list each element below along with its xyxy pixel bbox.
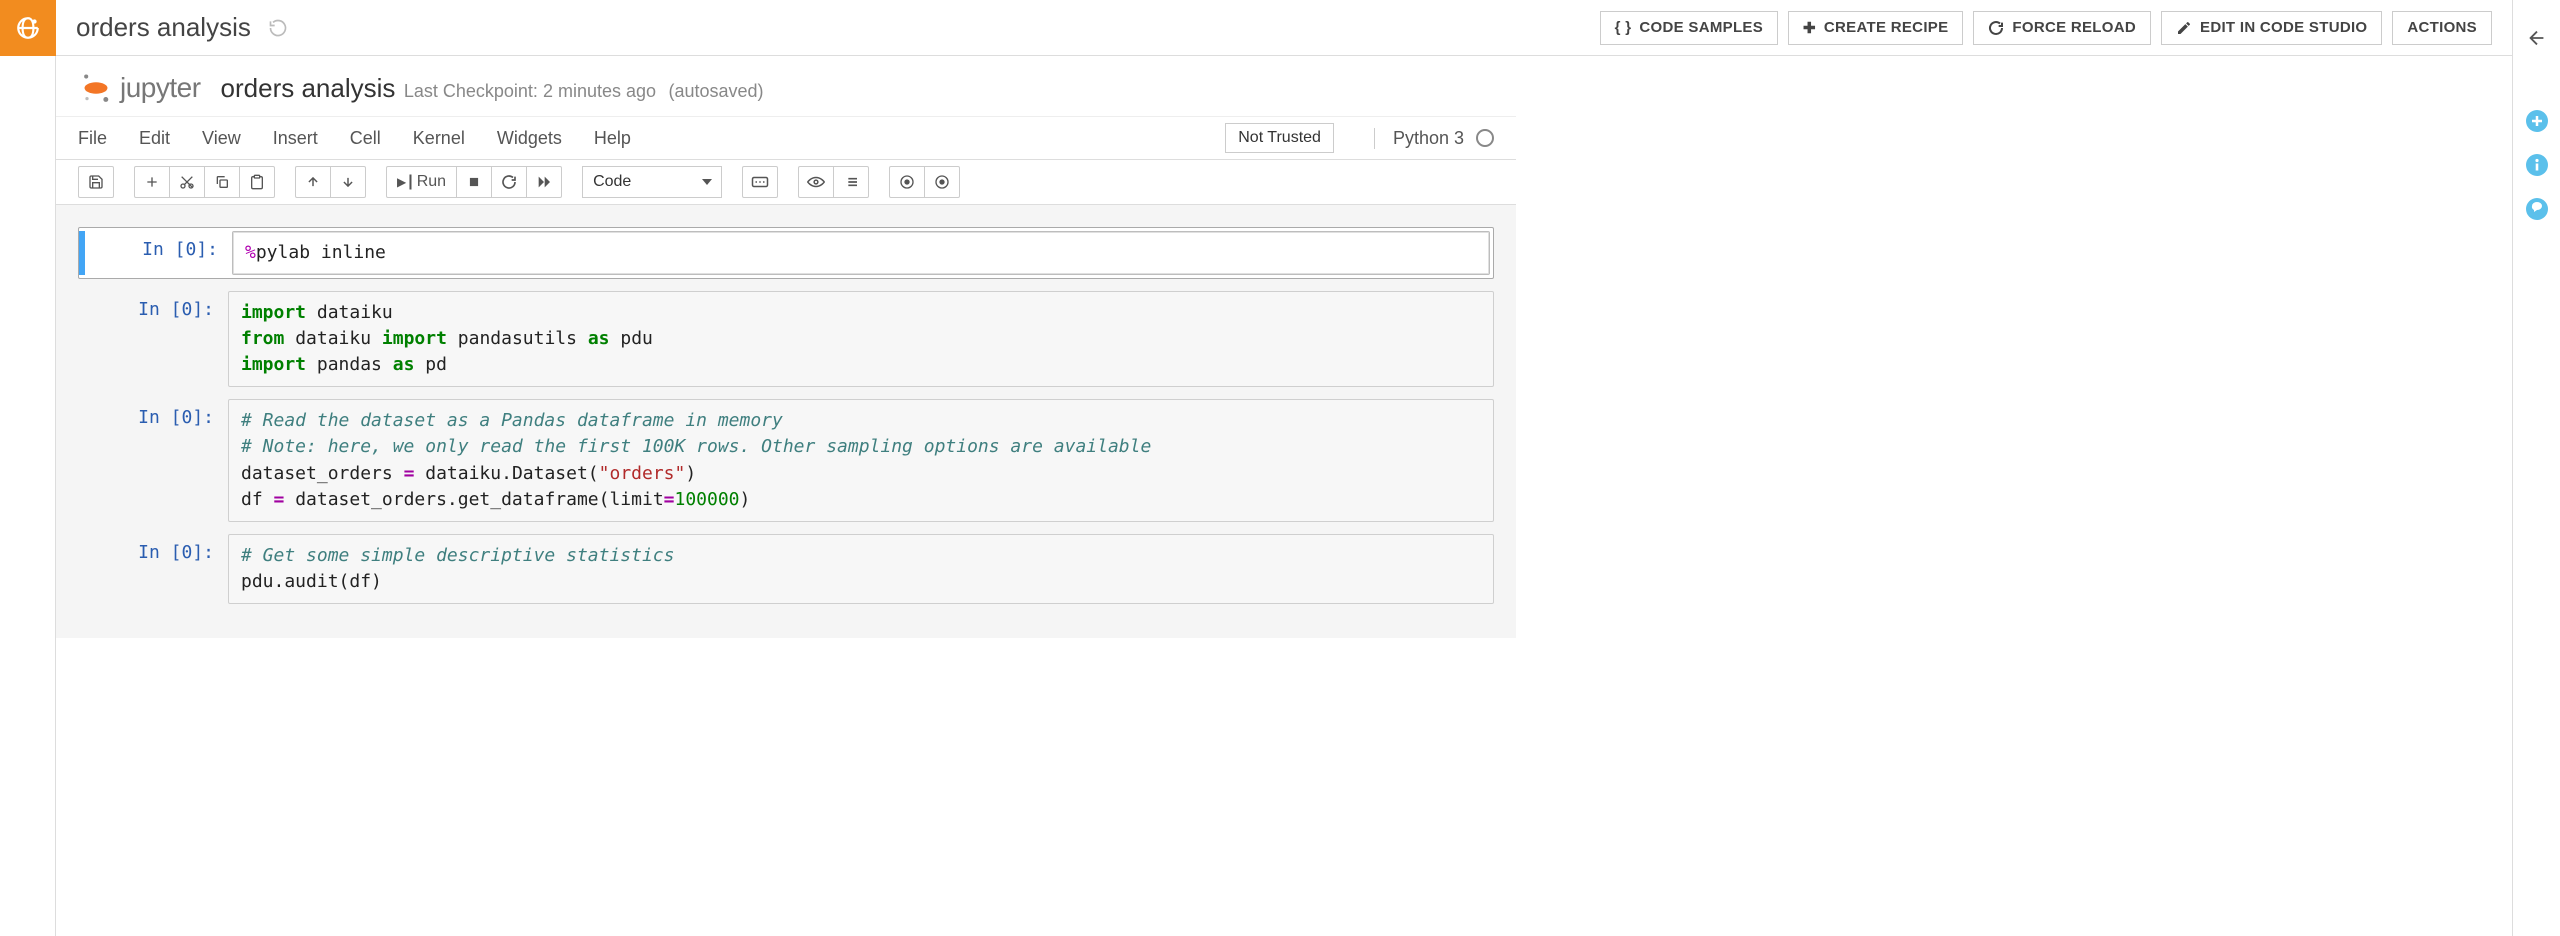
back-arrow-icon[interactable]	[2523, 24, 2551, 52]
move-down-button[interactable]	[330, 166, 366, 198]
restart-run-all-button[interactable]	[526, 166, 562, 198]
jupyter-header: jupyter orders analysis Last Checkpoint:…	[56, 56, 1516, 116]
kernel-indicator[interactable]: Python 3	[1374, 128, 1494, 149]
cut-button[interactable]	[169, 166, 205, 198]
jupyter-menubar: File Edit View Insert Cell Kernel Widget…	[56, 116, 1516, 160]
menu-cell[interactable]: Cell	[350, 124, 381, 153]
right-sidebar	[2512, 0, 2560, 936]
app-header: orders analysis { } CODE SAMPLES ✚ CREAT…	[56, 0, 2512, 56]
trust-button[interactable]: Not Trusted	[1225, 123, 1334, 153]
button-label: FORCE RELOAD	[2012, 19, 2136, 36]
run-icon: ▶	[397, 175, 406, 189]
code-cell[interactable]: In [0]: # Read the dataset as a Pandas d…	[78, 399, 1494, 521]
move-up-button[interactable]	[295, 166, 331, 198]
run-label: Run	[417, 173, 446, 191]
plus-circle-icon[interactable]	[2524, 108, 2550, 134]
extra-button-1[interactable]	[889, 166, 925, 198]
jupyter-logo-icon	[78, 70, 114, 106]
menu-help[interactable]: Help	[594, 124, 631, 153]
header-buttons: { } CODE SAMPLES ✚ CREATE RECIPE FORCE R…	[1600, 11, 2492, 45]
checkpoint-text: Last Checkpoint: 2 minutes ago	[404, 81, 656, 101]
cell-prompt: In [0]:	[82, 231, 232, 275]
code-samples-button[interactable]: { } CODE SAMPLES	[1600, 11, 1778, 45]
cell-input[interactable]: # Read the dataset as a Pandas dataframe…	[228, 399, 1494, 521]
refresh-icon[interactable]	[267, 17, 289, 39]
button-label: CREATE RECIPE	[1824, 19, 1948, 36]
paste-button[interactable]	[239, 166, 275, 198]
code-cell[interactable]: In [0]: # Get some simple descriptive st…	[78, 534, 1494, 604]
info-circle-icon[interactable]	[2524, 152, 2550, 178]
preview-button[interactable]	[798, 166, 834, 198]
notebook-title[interactable]: orders analysis	[221, 73, 396, 103]
jupyter-toolbar: ▶| Run	[56, 160, 1516, 205]
chat-circle-icon[interactable]	[2524, 196, 2550, 222]
menu-widgets[interactable]: Widgets	[497, 124, 562, 153]
actions-button[interactable]: ACTIONS	[2392, 11, 2492, 45]
autosave-text: (autosaved)	[668, 81, 763, 101]
save-button[interactable]	[78, 166, 114, 198]
cell-input[interactable]: %pylab inline	[232, 231, 1490, 275]
reload-icon	[1988, 20, 2004, 36]
cell-input[interactable]: # Get some simple descriptive statistics…	[228, 534, 1494, 604]
jupyter-brand-text: jupyter	[120, 72, 201, 104]
code-cell[interactable]: In [0]: import dataiku from dataiku impo…	[78, 291, 1494, 387]
interrupt-button[interactable]	[456, 166, 492, 198]
plus-icon: ✚	[1803, 19, 1816, 37]
extra-button-2[interactable]	[924, 166, 960, 198]
menu-insert[interactable]: Insert	[273, 124, 318, 153]
notebook-title-group: orders analysis Last Checkpoint: 2 minut…	[221, 73, 764, 104]
cell-prompt: In [0]:	[78, 291, 228, 387]
cell-prompt: In [0]:	[78, 399, 228, 521]
restart-button[interactable]	[491, 166, 527, 198]
cell-type-select[interactable]: Code	[582, 166, 722, 198]
page-title: orders analysis	[76, 12, 251, 43]
button-label: ACTIONS	[2407, 19, 2477, 36]
copy-button[interactable]	[204, 166, 240, 198]
edit-code-studio-button[interactable]: EDIT IN CODE STUDIO	[2161, 11, 2382, 45]
code-cell[interactable]: In [0]: %pylab inline	[78, 227, 1494, 279]
run-button[interactable]: ▶| Run	[386, 166, 457, 198]
menu-view[interactable]: View	[202, 124, 241, 153]
cell-prompt: In [0]:	[78, 534, 228, 604]
jupyter-logo[interactable]: jupyter	[78, 70, 201, 106]
left-sidebar	[0, 0, 56, 936]
kernel-status-icon	[1476, 129, 1494, 147]
force-reload-button[interactable]: FORCE RELOAD	[1973, 11, 2151, 45]
braces-icon: { }	[1615, 19, 1632, 36]
menu-items: File Edit View Insert Cell Kernel Widget…	[78, 124, 631, 153]
menu-edit[interactable]: Edit	[139, 124, 170, 153]
notebook-wrapper: jupyter orders analysis Last Checkpoint:…	[56, 56, 2512, 936]
cells-area: In [0]: %pylab inline In [0]: import dat…	[56, 205, 1516, 638]
create-recipe-button[interactable]: ✚ CREATE RECIPE	[1788, 11, 1963, 45]
button-label: CODE SAMPLES	[1639, 19, 1763, 36]
menu-file[interactable]: File	[78, 124, 107, 153]
kernel-name: Python 3	[1393, 128, 1464, 149]
command-palette-button[interactable]	[742, 166, 778, 198]
cell-type-value: Code	[582, 166, 722, 198]
pencil-icon	[2176, 20, 2192, 36]
list-button[interactable]	[833, 166, 869, 198]
menu-kernel[interactable]: Kernel	[413, 124, 465, 153]
dataiku-logo[interactable]	[0, 0, 56, 56]
cell-input[interactable]: import dataiku from dataiku import panda…	[228, 291, 1494, 387]
insert-cell-button[interactable]	[134, 166, 170, 198]
button-label: EDIT IN CODE STUDIO	[2200, 19, 2367, 36]
